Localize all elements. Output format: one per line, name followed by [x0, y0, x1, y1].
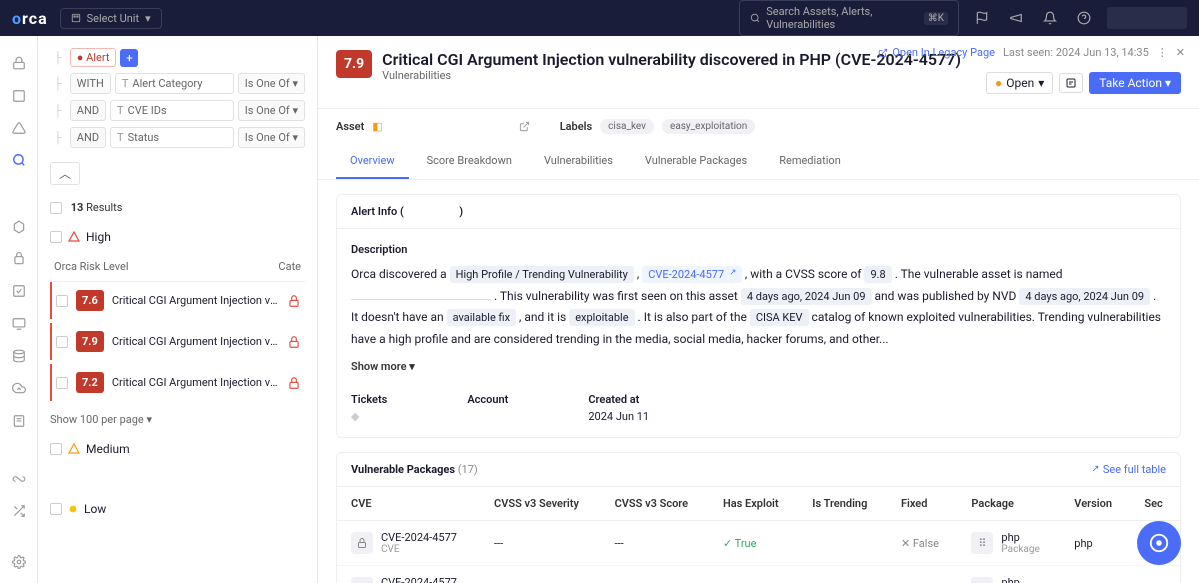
tab-remediation[interactable]: Remediation	[765, 144, 855, 179]
flag-icon[interactable]	[971, 7, 993, 29]
label-chip[interactable]: cisa_kev	[600, 119, 654, 134]
status-dropdown[interactable]: ● Open ▾	[986, 72, 1053, 94]
asset-label: Asset	[336, 120, 364, 133]
nav-dashboard-icon[interactable]	[10, 88, 28, 102]
collapse-filters-button[interactable]: ︿	[50, 162, 80, 185]
open-legacy-link[interactable]: Open In Legacy Page	[878, 46, 995, 59]
label-chip[interactable]: easy_exploitation	[662, 119, 755, 134]
vulnerable-packages-card: Vulnerable Packages (17) See full table …	[336, 452, 1181, 583]
last-seen: Last seen: 2024 Jun 13, 14:35	[1003, 46, 1149, 59]
logo: orca	[12, 9, 48, 28]
severity-low[interactable]: Low	[50, 494, 305, 524]
close-icon[interactable]: ✕	[1176, 46, 1185, 59]
filter-prefix: AND	[70, 100, 106, 121]
filter-prefix: WITH	[70, 73, 111, 94]
detail-score-badge: 7.9	[336, 50, 372, 78]
package-row[interactable]: CVE-2024-4577CVE------✓ True✕ False⠿phpP…	[337, 566, 1180, 583]
nav-upload-icon[interactable]	[10, 381, 28, 395]
filter-operator[interactable]: Is One Of ▾	[238, 73, 305, 94]
asset-icon: ◧	[372, 120, 382, 133]
tickets-label: Tickets	[351, 393, 387, 406]
nav-monitor-icon[interactable]	[10, 316, 28, 330]
filter-field[interactable]: T Status	[110, 127, 234, 148]
packages-table: CVECVSS v3 SeverityCVSS v3 ScoreHas Expl…	[337, 486, 1180, 583]
severity-medium[interactable]: Medium	[50, 434, 305, 464]
alert-info-header: Alert Info ( )	[337, 195, 1180, 229]
see-full-table-link[interactable]: See full table	[1089, 463, 1166, 476]
detail-tabs: Overview Score Breakdown Vulnerabilities…	[318, 144, 1199, 180]
side-nav	[0, 36, 38, 583]
result-row[interactable]: 7.6Critical CGI Argument Injection vuln.…	[50, 282, 305, 319]
tab-score-breakdown[interactable]: Score Breakdown	[413, 144, 526, 179]
user-menu[interactable]	[1107, 7, 1187, 29]
package-row[interactable]: CVE-2024-4577CVE------✓ True✕ False⠿phpP…	[337, 521, 1180, 566]
account-label: Account	[467, 393, 508, 406]
nav-check-icon[interactable]	[10, 284, 28, 298]
filter-field[interactable]: T CVE IDs	[110, 100, 234, 121]
nav-infinity-icon[interactable]	[10, 472, 28, 486]
nav-doc-icon[interactable]	[10, 414, 28, 428]
global-search-input[interactable]: Search Assets, Alerts, Vulnerabilities ⌘…	[739, 0, 959, 36]
labels-label: Labels	[560, 120, 592, 133]
more-menu-icon[interactable]: ⋮	[1157, 46, 1168, 59]
help-icon[interactable]	[1073, 7, 1095, 29]
result-row[interactable]: 7.9Critical CGI Argument Injection vuln.…	[50, 323, 305, 360]
nav-db-icon[interactable]	[10, 349, 28, 363]
severity-high[interactable]: High	[50, 222, 305, 252]
created-label: Created at	[588, 393, 649, 406]
filter-field[interactable]: T Alert Category	[115, 73, 234, 94]
tab-vulnerabilities[interactable]: Vulnerabilities	[530, 144, 627, 179]
description-label: Description	[351, 243, 1166, 256]
bell-icon[interactable]	[1039, 7, 1061, 29]
nav-cloud-icon[interactable]	[10, 219, 28, 233]
pagination[interactable]: Show 100 per page ▾	[50, 405, 305, 434]
detail-subtitle: Vulnerabilities	[382, 69, 961, 82]
nav-lock-icon[interactable]	[10, 56, 28, 70]
created-value: 2024 Jun 11	[588, 410, 649, 423]
result-row[interactable]: 7.2Critical CGI Argument Injection vuln.…	[50, 364, 305, 401]
add-filter-button[interactable]: +	[120, 49, 138, 67]
nav-search-icon[interactable]	[10, 153, 28, 167]
detail-title: Critical CGI Argument Injection vulnerab…	[382, 50, 961, 69]
alert-info-card: Alert Info ( ) Description Orca discover…	[336, 194, 1181, 438]
filter-panel: ├ ● Alert + ├WITHT Alert CategoryIs One …	[38, 36, 318, 583]
top-bar: orca Select Unit ▾ Search Assets, Alerts…	[0, 0, 1199, 36]
filter-prefix: AND	[70, 127, 106, 148]
filter-operator[interactable]: Is One Of ▾	[238, 100, 305, 121]
nav-shuffle-icon[interactable]	[10, 504, 28, 518]
filter-alert-tag[interactable]: ● Alert	[70, 48, 117, 67]
take-action-button[interactable]: Take Action ▾	[1089, 72, 1181, 94]
detail-panel: Open In Legacy Page Last seen: 2024 Jun …	[318, 36, 1199, 583]
show-more-button[interactable]: Show more ▾	[351, 360, 1166, 373]
tab-vulnerable-packages[interactable]: Vulnerable Packages	[631, 144, 761, 179]
nav-alert-icon[interactable]	[10, 121, 28, 135]
notes-button[interactable]	[1059, 73, 1083, 93]
tab-overview[interactable]: Overview	[336, 144, 409, 179]
announce-icon[interactable]	[1005, 7, 1027, 29]
filter-operator[interactable]: Is One Of ▾	[238, 127, 305, 148]
asset-external-icon[interactable]	[519, 121, 530, 132]
results-count: 13 Results	[50, 193, 305, 222]
description-text: Orca discovered a High Profile / Trendin…	[351, 264, 1166, 350]
select-unit-dropdown[interactable]: Select Unit ▾	[60, 8, 162, 29]
nav-box-icon[interactable]	[10, 252, 28, 266]
chat-fab[interactable]	[1137, 521, 1181, 565]
nav-settings-icon[interactable]	[10, 555, 28, 569]
